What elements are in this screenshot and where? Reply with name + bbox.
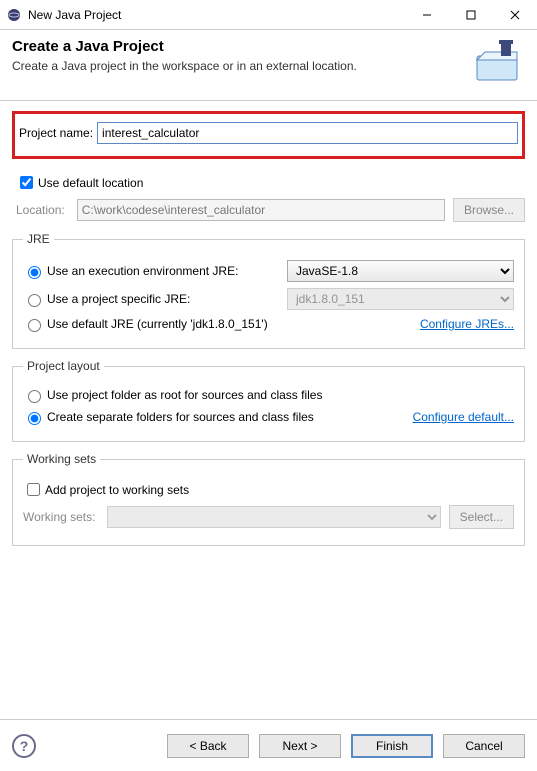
add-working-sets-label: Add project to working sets bbox=[45, 483, 189, 497]
folder-wizard-icon bbox=[469, 38, 525, 86]
minimize-button[interactable] bbox=[405, 0, 449, 30]
project-name-input[interactable] bbox=[97, 122, 518, 144]
window-title: New Java Project bbox=[28, 8, 405, 22]
use-default-location-checkbox[interactable] bbox=[20, 176, 33, 189]
close-button[interactable] bbox=[493, 0, 537, 30]
jre-project-specific-select: jdk1.8.0_151 bbox=[287, 288, 514, 310]
jre-legend: JRE bbox=[23, 232, 54, 246]
working-sets-select-button: Select... bbox=[449, 505, 514, 529]
jre-default-radio[interactable] bbox=[28, 319, 41, 332]
use-default-location-label: Use default location bbox=[38, 176, 143, 190]
maximize-button[interactable] bbox=[449, 0, 493, 30]
location-label: Location: bbox=[16, 203, 65, 217]
project-layout-legend: Project layout bbox=[23, 359, 104, 373]
add-working-sets-checkbox[interactable] bbox=[27, 483, 40, 496]
page-title: Create a Java Project bbox=[12, 38, 469, 55]
page-subtitle: Create a Java project in the workspace o… bbox=[12, 59, 469, 73]
finish-button[interactable]: Finish bbox=[351, 734, 433, 758]
location-input bbox=[77, 199, 445, 221]
configure-jres-link[interactable]: Configure JREs... bbox=[420, 317, 514, 331]
jre-default-label: Use default JRE (currently 'jdk1.8.0_151… bbox=[47, 317, 268, 331]
jre-project-specific-label: Use a project specific JRE: bbox=[47, 292, 287, 306]
eclipse-icon bbox=[6, 7, 22, 23]
jre-exec-env-radio[interactable] bbox=[28, 266, 41, 279]
configure-default-link[interactable]: Configure default... bbox=[413, 410, 514, 424]
back-button[interactable]: < Back bbox=[167, 734, 249, 758]
layout-root-radio[interactable] bbox=[28, 390, 41, 403]
layout-separate-label: Create separate folders for sources and … bbox=[47, 410, 314, 424]
next-button[interactable]: Next > bbox=[259, 734, 341, 758]
working-sets-group: Working sets Add project to working sets… bbox=[12, 452, 525, 546]
project-layout-group: Project layout Use project folder as roo… bbox=[12, 359, 525, 442]
window-titlebar: New Java Project bbox=[0, 0, 537, 30]
jre-group: JRE Use an execution environment JRE: Ja… bbox=[12, 232, 525, 349]
working-sets-label: Working sets: bbox=[23, 510, 95, 524]
wizard-footer: ? < Back Next > Finish Cancel bbox=[0, 719, 537, 771]
browse-button: Browse... bbox=[453, 198, 525, 222]
help-button[interactable]: ? bbox=[12, 734, 36, 758]
layout-separate-radio[interactable] bbox=[28, 412, 41, 425]
jre-exec-env-label: Use an execution environment JRE: bbox=[47, 264, 287, 278]
jre-exec-env-select[interactable]: JavaSE-1.8 bbox=[287, 260, 514, 282]
cancel-button[interactable]: Cancel bbox=[443, 734, 525, 758]
working-sets-legend: Working sets bbox=[23, 452, 100, 466]
project-name-highlight: Project name: bbox=[12, 111, 525, 159]
wizard-header: Create a Java Project Create a Java proj… bbox=[0, 30, 537, 101]
layout-root-label: Use project folder as root for sources a… bbox=[47, 388, 322, 402]
jre-project-specific-radio[interactable] bbox=[28, 294, 41, 307]
working-sets-select bbox=[107, 506, 440, 528]
project-name-label: Project name: bbox=[19, 126, 93, 140]
